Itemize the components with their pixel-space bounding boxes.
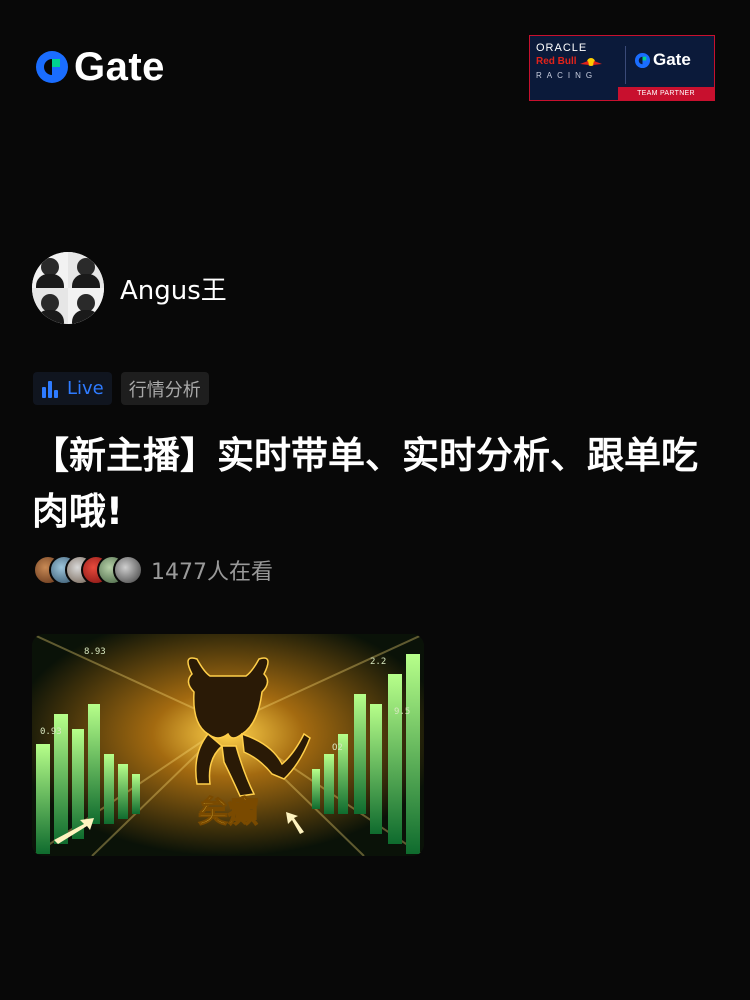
gate-logo[interactable]: Gate [34, 47, 165, 87]
thumbnail-caption: 矣癲 [198, 795, 258, 830]
viewer-count: 1477人在看 [33, 554, 273, 586]
stream-thumbnail[interactable]: 8.93 0.93 2.2 O2 9.5 矣癲 [32, 634, 424, 856]
racing-text: RACING [536, 71, 598, 80]
oracle-redbull-logo: ORACLE Red Bull RACING [536, 42, 618, 82]
streamer-name[interactable]: Angus王 [120, 270, 227, 307]
viewer-count-text: 1477人在看 [151, 560, 273, 585]
team-partner-bar: TEAM PARTNER [618, 87, 714, 100]
live-label: Live [67, 378, 104, 399]
stream-title[interactable]: 【新主播】实时带单、实时分析、跟单吃肉哦! [32, 428, 712, 540]
streamer-info[interactable]: Angus王 [32, 252, 227, 324]
bar-chart-icon [42, 380, 58, 398]
category-tag[interactable]: 行情分析 [120, 372, 209, 405]
svg-text:8.93: 8.93 [84, 647, 106, 657]
bull-icon [579, 58, 602, 66]
avatar[interactable] [32, 252, 104, 324]
partner-gate-text: Gate [653, 50, 691, 69]
thumbnail-image: 8.93 0.93 2.2 O2 9.5 矣癲 [32, 634, 424, 856]
svg-text:9.5: 9.5 [394, 707, 410, 717]
partner-divider [625, 46, 626, 84]
svg-text:O2: O2 [332, 743, 343, 753]
tag-row: Live 行情分析 [33, 372, 209, 405]
redbull-text: Red Bull [536, 56, 618, 68]
redbull-label: Red Bull [536, 56, 577, 67]
logo-text: Gate [74, 45, 165, 89]
oracle-text: ORACLE [536, 42, 588, 54]
partner-banner[interactable]: ORACLE Red Bull RACING Gate TEAM PARTNER [529, 35, 715, 101]
partner-gate-logo: Gate [634, 50, 691, 70]
svg-text:2.2: 2.2 [370, 657, 386, 667]
live-tag: Live [33, 372, 112, 405]
svg-text:0.93: 0.93 [40, 727, 62, 737]
gate-logo-icon [634, 52, 651, 68]
viewer-avatars [33, 555, 143, 585]
gate-logo-icon [36, 51, 68, 83]
viewer-avatar [113, 555, 143, 585]
